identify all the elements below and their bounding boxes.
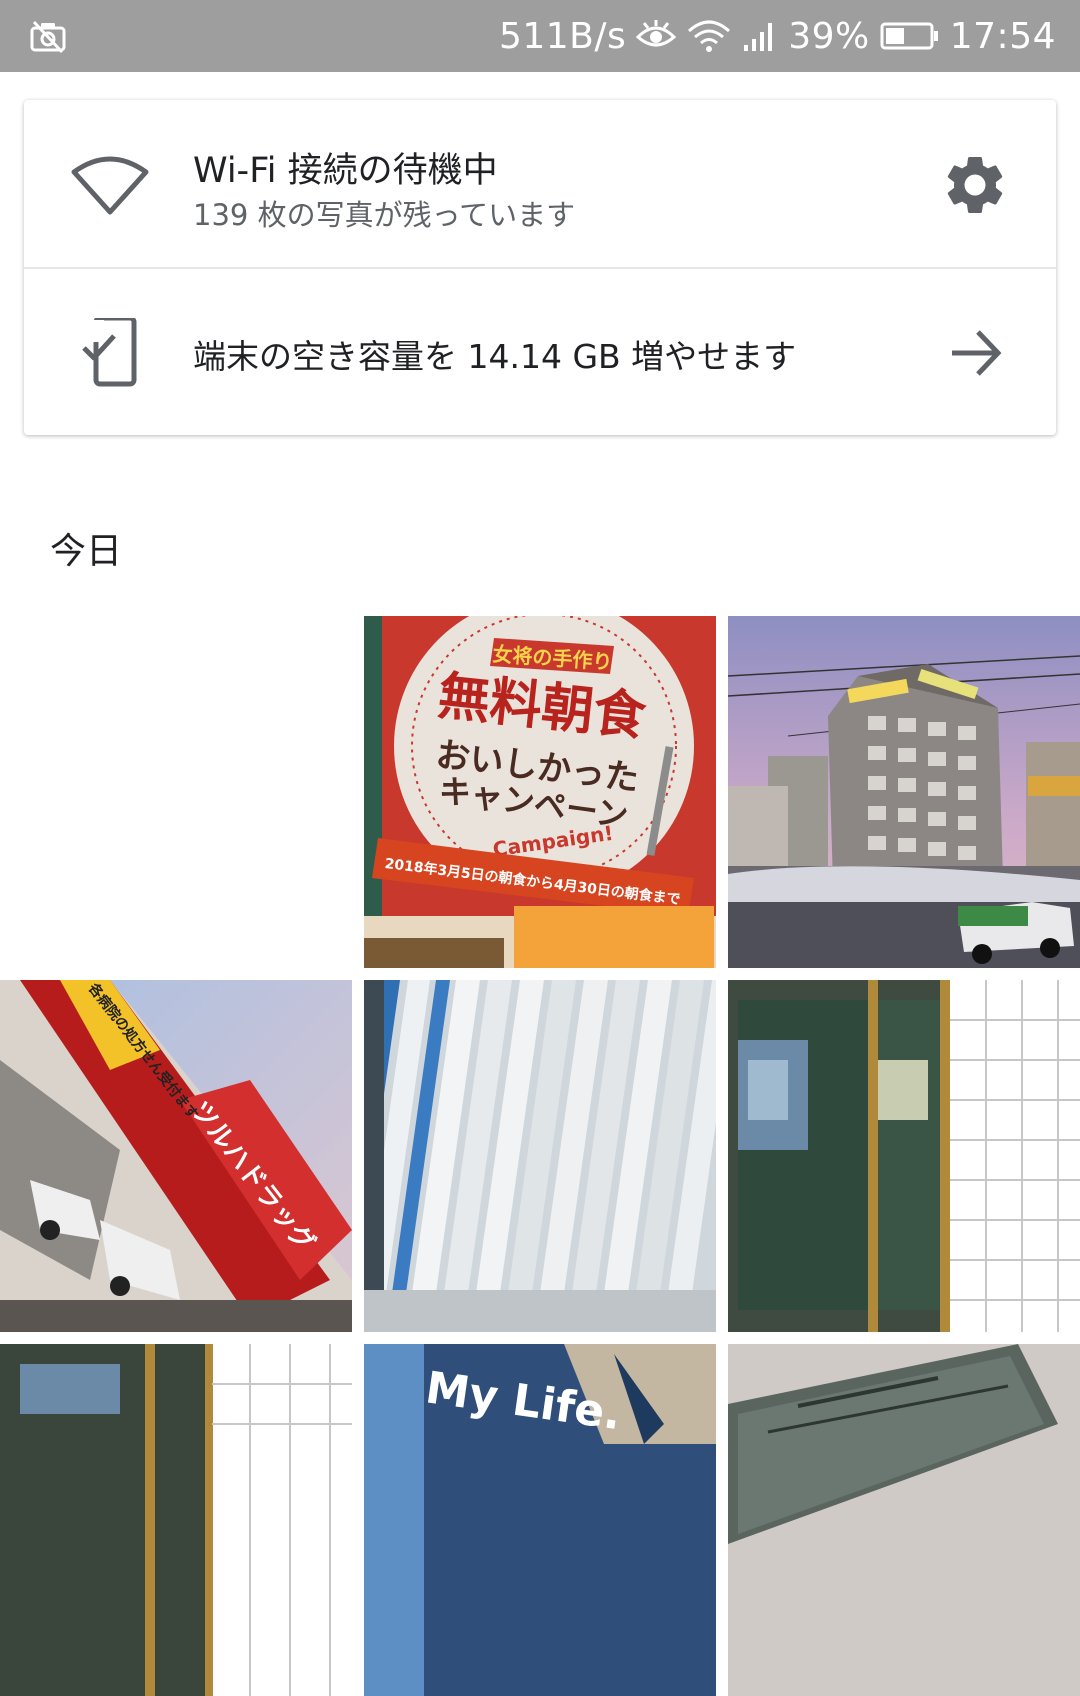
battery-icon: [880, 19, 940, 53]
free-up-space-row[interactable]: 端末の空き容量を 14.14 GB 増やせます: [24, 268, 1056, 435]
gear-icon[interactable]: [940, 150, 1010, 220]
free-up-space-text: 端末の空き容量を 14.14 GB 増やせます: [193, 337, 797, 376]
photo-my-life-poster[interactable]: My Life.: [364, 1344, 716, 1696]
wifi-icon: [686, 19, 732, 53]
photo-hotel-building-dusk[interactable]: [728, 616, 1080, 968]
phone-check-icon: [70, 315, 150, 388]
status-right: 511B/s 39% 17:54: [499, 0, 1056, 72]
eye-icon: [636, 19, 677, 53]
status-bar: 511B/s 39% 17:54: [0, 0, 1080, 72]
photo-glass-entrance-door[interactable]: [728, 980, 1080, 1332]
backup-status-card: Wi-Fi 接続の待機中 139 枚の写真が残っています 端末の空き容量を 14…: [24, 100, 1056, 435]
photo-drugstore-storefront[interactable]: ツルハドラッグ 処方せん受付 各病院の処方せん受付ます: [0, 980, 352, 1332]
photo-breakfast-campaign-poster[interactable]: 女将の手作り 無料朝食 おいしかった キャンペーン Campaign! 2018…: [364, 616, 716, 968]
photo-glass-door-tiles[interactable]: [0, 1344, 352, 1696]
date-section-label: 今日: [50, 531, 123, 572]
arrow-right-icon[interactable]: [940, 318, 1010, 388]
photo-window-blinds[interactable]: [364, 980, 716, 1332]
wifi-status-title: Wi-Fi 接続の待機中: [193, 151, 498, 191]
photo-stone-monument-plaque[interactable]: [728, 1344, 1080, 1696]
clock: 17:54: [949, 15, 1056, 57]
wifi-outline-icon: [70, 150, 150, 220]
battery-percent: 39%: [788, 15, 870, 57]
remaining-photos-text: 139 枚の写真が残っています: [193, 198, 576, 232]
signal-icon: [742, 19, 778, 53]
wifi-waiting-row[interactable]: Wi-Fi 接続の待機中 139 枚の写真が残っています: [24, 100, 1056, 267]
network-speed: 511B/s: [498, 15, 627, 57]
camera-off-icon: [30, 20, 66, 54]
